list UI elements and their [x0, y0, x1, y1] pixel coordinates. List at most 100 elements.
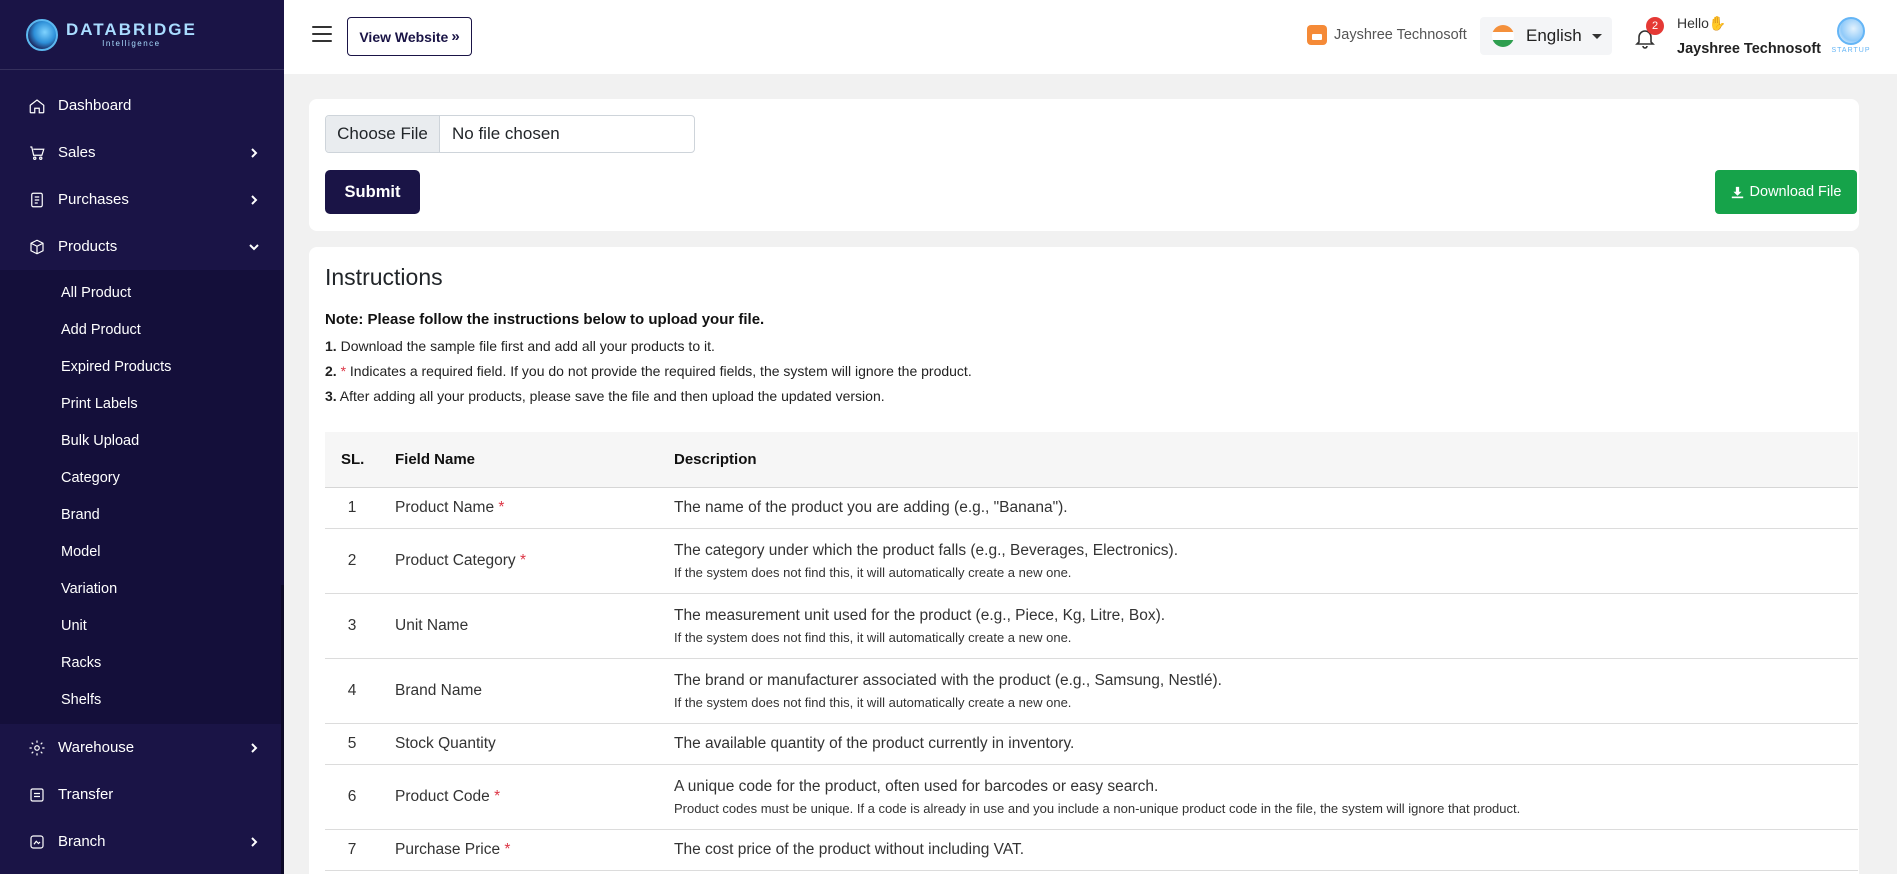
submenu-item-category[interactable]: Category: [0, 459, 284, 496]
instruction-step: 2. * Indicates a required field. If you …: [325, 363, 972, 379]
instruction-step: 3. After adding all your products, pleas…: [325, 388, 885, 404]
description-subtext: If the system does not find this, it wil…: [674, 629, 1072, 645]
submenu-item-expired-products[interactable]: Expired Products: [0, 348, 284, 385]
step-number: 3.: [325, 388, 337, 404]
field-name-text: Brand Name: [395, 681, 483, 699]
home-icon: [28, 97, 46, 115]
row-sl: 3: [325, 593, 379, 659]
row-description: The measurement unit used for the produc…: [658, 593, 1858, 659]
language-dropdown[interactable]: English: [1480, 17, 1612, 55]
field-name-text: Product Code: [395, 787, 490, 805]
step-number: 1.: [325, 338, 337, 354]
logo-globe-icon: [26, 18, 58, 51]
brand-tagline: Intelligence: [102, 39, 161, 48]
description-text: The cost price of the product without in…: [674, 840, 1025, 858]
submenu-item-brand[interactable]: Brand: [0, 496, 284, 533]
sidebar-item-branch[interactable]: Branch: [0, 818, 284, 865]
submenu-item-unit[interactable]: Unit: [0, 607, 284, 644]
row-description: The brand or manufacturer associated wit…: [658, 658, 1858, 724]
required-star: *: [504, 840, 511, 858]
submenu-item-add-product[interactable]: Add Product: [0, 311, 284, 348]
caret-down-icon: [1591, 33, 1602, 39]
step-text: After adding all your products, please s…: [336, 388, 885, 404]
field-name-text: Stock Quantity: [395, 734, 496, 752]
notification-badge: 2: [1646, 17, 1664, 35]
sidebar-item-label: Warehouse: [58, 739, 135, 756]
sidebar-item-warehouse[interactable]: Warehouse: [0, 724, 284, 771]
column-header-field-name: Field Name: [379, 432, 658, 488]
sidebar: DATABRIDGE Intelligence Dashboard Sales …: [0, 0, 284, 874]
hamburger-menu-icon[interactable]: [312, 26, 332, 42]
instructions-title: Instructions: [325, 264, 443, 290]
cart-icon: [28, 144, 46, 162]
sidebar-item-transfer[interactable]: Transfer: [0, 771, 284, 818]
row-description: The category under which the product fal…: [658, 528, 1858, 594]
store-icon: [1307, 25, 1327, 45]
sidebar-item-label: Products: [58, 238, 118, 255]
sidebar-item-products[interactable]: Products: [0, 223, 284, 270]
field-name-text: Product Name: [395, 498, 495, 516]
row-description: The cost price of the product without in…: [658, 829, 1858, 871]
brand-logo[interactable]: DATABRIDGE Intelligence: [0, 0, 284, 70]
file-status: No file chosen: [452, 124, 560, 143]
description-text: A unique code for the product, often use…: [674, 777, 1159, 795]
sidebar-nav: Dashboard Sales Purchases Products All P…: [0, 70, 284, 865]
sidebar-scrollbar[interactable]: [281, 585, 284, 874]
description-subtext: Product codes must be unique. If a code …: [674, 800, 1521, 816]
row-field-name: Unit Name: [379, 593, 658, 659]
submenu-item-variation[interactable]: Variation: [0, 570, 284, 607]
submenu-item-racks[interactable]: Racks: [0, 644, 284, 681]
file-input[interactable]: Choose File No file chosen: [325, 115, 695, 153]
receipt-icon: [28, 191, 46, 209]
download-file-button[interactable]: Download File: [1715, 170, 1857, 214]
sidebar-item-label: Dashboard: [58, 97, 132, 114]
avatar-text: STARTUP: [1831, 47, 1871, 54]
products-submenu: All Product Add Product Expired Products…: [0, 270, 284, 724]
submenu-item-model[interactable]: Model: [0, 533, 284, 570]
view-website-button[interactable]: View Website »: [347, 17, 472, 56]
note-text: Please follow the instructions below to …: [363, 311, 765, 328]
submenu-item-print-labels[interactable]: Print Labels: [0, 385, 284, 422]
instructions-note: Note: Please follow the instructions bel…: [325, 311, 764, 328]
row-description: The name of the product you are adding (…: [658, 487, 1858, 529]
required-star: *: [494, 787, 501, 805]
chevron-down-icon: [248, 241, 260, 253]
instruction-step: 1. Download the sample file first and ad…: [325, 338, 715, 354]
row-sl: 2: [325, 528, 379, 594]
row-field-name: Product Category *: [379, 528, 658, 594]
sidebar-item-label: Branch: [58, 833, 106, 850]
user-name[interactable]: Jayshree Technosoft: [1677, 41, 1821, 57]
table-row: 4 Brand Name The brand or manufacturer a…: [325, 658, 1858, 724]
row-field-name: Brand Name: [379, 658, 658, 724]
download-icon: [1731, 186, 1743, 199]
choose-file-button[interactable]: Choose File: [326, 116, 440, 152]
row-field-name: Product Code *: [379, 764, 658, 830]
chevron-right-icon: [248, 194, 260, 206]
brand-name: DATABRIDGE: [66, 20, 197, 39]
top-header: View Website » Jayshree Technosoft Engli…: [284, 0, 1897, 74]
step-text: Indicates a required field. If you do no…: [346, 363, 972, 379]
double-chevron-right-icon: »: [451, 28, 460, 45]
chevron-right-icon: [248, 836, 260, 848]
gear-icon: [28, 739, 46, 757]
submenu-item-shelfs[interactable]: Shelfs: [0, 681, 284, 718]
required-star: *: [519, 551, 526, 569]
sidebar-item-dashboard[interactable]: Dashboard: [0, 82, 284, 129]
transfer-icon: [28, 786, 46, 804]
submenu-item-bulk-upload[interactable]: Bulk Upload: [0, 422, 284, 459]
note-label: Note:: [325, 311, 364, 328]
description-subtext: If the system does not find this, it wil…: [674, 564, 1072, 580]
submit-button[interactable]: Submit: [325, 170, 420, 214]
row-field-name: Stock Quantity: [379, 723, 658, 765]
submenu-item-all-product[interactable]: All Product: [0, 274, 284, 311]
shop-selector[interactable]: Jayshree Technosoft: [1307, 25, 1467, 45]
india-flag-icon: [1492, 25, 1514, 47]
sidebar-item-purchases[interactable]: Purchases: [0, 176, 284, 223]
table-row: 6 Product Code * A unique code for the p…: [325, 764, 1858, 830]
table-row: 5 Stock Quantity The available quantity …: [325, 723, 1858, 765]
sidebar-item-sales[interactable]: Sales: [0, 129, 284, 176]
view-website-label: View Website: [359, 28, 449, 45]
description-text: The measurement unit used for the produc…: [674, 606, 1166, 624]
avatar[interactable]: STARTUP: [1831, 17, 1871, 57]
row-sl: 1: [325, 487, 379, 529]
